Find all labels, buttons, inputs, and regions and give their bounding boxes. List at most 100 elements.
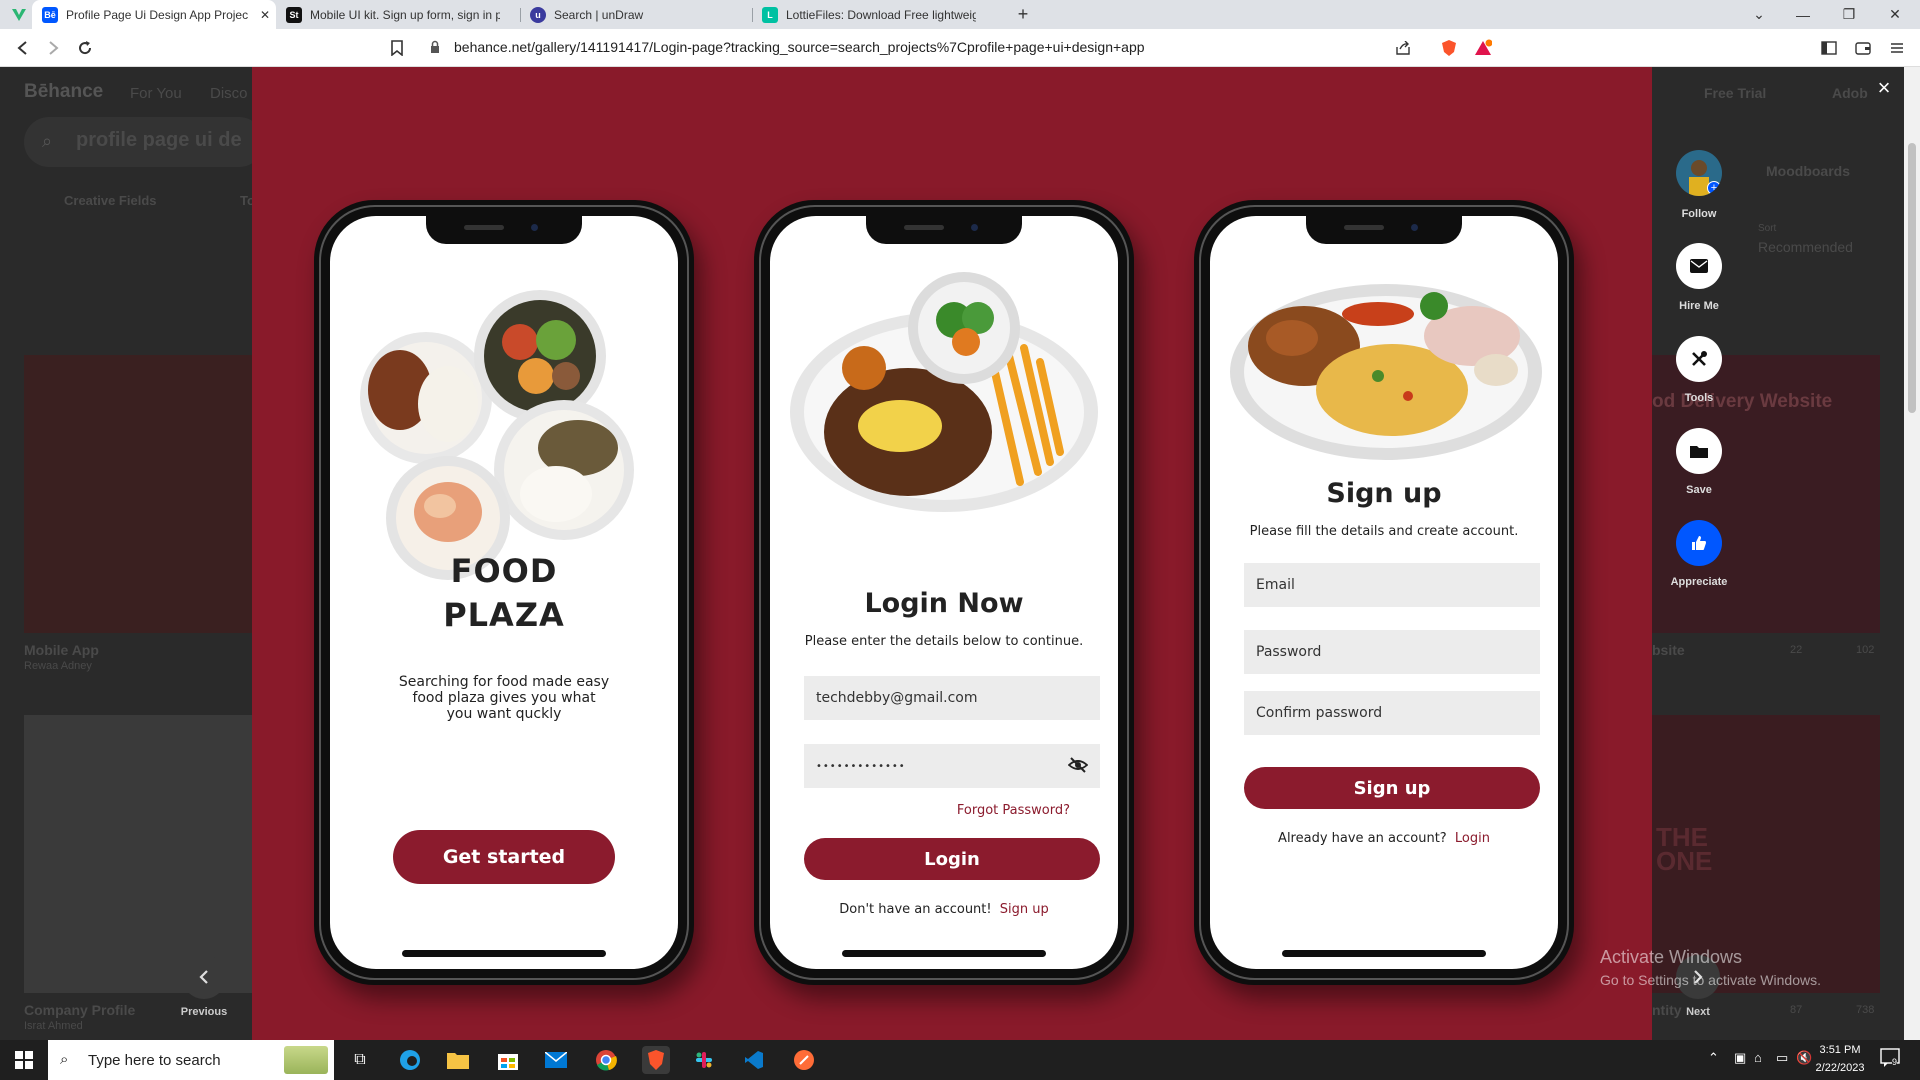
creative-fields-filter[interactable]: Creative Fields — [64, 193, 157, 208]
back-icon[interactable] — [12, 37, 34, 59]
bg-card-owner: Israt Ahmed — [24, 1020, 83, 1032]
meet-now-icon[interactable]: ▣ — [1734, 1050, 1746, 1066]
sort-select[interactable]: Recommended — [1758, 239, 1853, 255]
brave-shield-icon[interactable] — [1438, 37, 1460, 59]
store-icon[interactable] — [494, 1046, 522, 1074]
menu-icon[interactable] — [1886, 37, 1908, 59]
notifications-button[interactable]: 9 — [1880, 1048, 1904, 1072]
appreciate-button[interactable] — [1676, 520, 1722, 566]
postman-icon[interactable] — [790, 1046, 818, 1074]
bg-card-company-profile[interactable] — [24, 715, 252, 993]
page-scrollbar[interactable] — [1904, 67, 1920, 1040]
tab-close-icon[interactable]: ✕ — [260, 8, 270, 22]
chrome-icon[interactable] — [592, 1046, 620, 1074]
adobe-link[interactable]: Adob — [1832, 85, 1868, 101]
close-modal-button[interactable]: × — [1872, 75, 1896, 101]
save-label[interactable]: Save — [1656, 484, 1742, 496]
brave-rewards-icon[interactable] — [1472, 37, 1494, 59]
minimize-button[interactable]: — — [1780, 0, 1826, 29]
new-tab-button[interactable]: + — [1000, 0, 1046, 29]
follow-label[interactable]: Follow — [1656, 208, 1742, 220]
moodboards-tab[interactable]: Moodboards — [1766, 163, 1850, 179]
confirm-password-field[interactable]: Confirm password — [1244, 691, 1540, 735]
tools-label[interactable]: Tools — [1656, 392, 1742, 404]
behance-favicon-icon: Bē — [42, 6, 58, 23]
forward-icon[interactable] — [42, 37, 64, 59]
bookmark-icon[interactable] — [386, 37, 408, 59]
hire-me-button[interactable] — [1676, 243, 1722, 289]
signup-password-field[interactable]: Password — [1244, 630, 1540, 674]
windows-taskbar: ⌕ Type here to search ⧉ ⌃ ▣ ⌂ ▭ 🔇 3:51 P… — [0, 1040, 1920, 1080]
eye-slash-icon[interactable] — [1067, 756, 1089, 778]
address-bar: behance.net/gallery/141191417/Login-page… — [0, 29, 1920, 67]
tab-undraw[interactable]: u Search | unDraw — [520, 0, 764, 29]
share-icon[interactable] — [1392, 37, 1414, 59]
signup-screen: Sign up Please fill the details and crea… — [1210, 216, 1558, 969]
appreciations-count: 22 — [1790, 644, 1803, 656]
windows-start-icon[interactable] — [10, 1046, 38, 1074]
bg-search-box[interactable]: ⌕ profile page ui de — [24, 117, 264, 167]
login-button[interactable]: Login — [804, 838, 1100, 880]
previous-button[interactable] — [182, 955, 226, 999]
email-field[interactable]: techdebby@gmail.com — [804, 676, 1100, 720]
wallet-icon[interactable] — [1852, 37, 1874, 59]
brave-taskbar-icon[interactable] — [642, 1046, 670, 1074]
forgot-password-link[interactable]: Forgot Password? — [957, 803, 1070, 818]
lock-icon[interactable] — [430, 40, 440, 59]
notification-icon — [1880, 1048, 1900, 1067]
hire-me-label[interactable]: Hire Me — [1656, 300, 1742, 312]
behance-page: Bēhance For You Disco ⌕ profile page ui … — [0, 67, 1920, 1040]
next-label[interactable]: Next — [1664, 1006, 1732, 1018]
free-trial-link[interactable]: Free Trial — [1704, 85, 1766, 101]
nav-discover[interactable]: Disco — [210, 85, 248, 102]
bg-card-title: Company Profile — [24, 1002, 136, 1018]
tab-search-chevron-icon[interactable]: ⌄ — [1736, 0, 1782, 29]
tools-button[interactable] — [1676, 336, 1722, 382]
undraw-favicon-icon: u — [530, 6, 546, 23]
password-value: ••••••••••••• — [816, 760, 906, 772]
follow-plus-icon[interactable]: + — [1707, 181, 1721, 195]
phone-notch — [866, 216, 1022, 244]
login-subtitle: Please enter the details below to contin… — [804, 634, 1084, 649]
edge-icon[interactable] — [396, 1046, 424, 1074]
network-icon[interactable]: ▭ — [1776, 1050, 1788, 1066]
appreciations-count: 87 — [1790, 1004, 1803, 1016]
behance-logo[interactable]: Bēhance — [24, 81, 103, 103]
scrollbar-thumb[interactable] — [1908, 143, 1916, 413]
save-button[interactable] — [1676, 428, 1722, 474]
bg-card-mobile-app[interactable] — [24, 355, 252, 633]
clock-date[interactable]: 2/22/2023 — [1812, 1062, 1868, 1074]
get-started-button[interactable]: Get started — [393, 830, 615, 884]
file-explorer-icon[interactable] — [444, 1046, 472, 1074]
clock-time[interactable]: 3:51 PM — [1812, 1044, 1868, 1056]
appreciate-label[interactable]: Appreciate — [1656, 576, 1742, 588]
tray-chevron-icon[interactable]: ⌃ — [1708, 1050, 1719, 1066]
login-link[interactable]: Login — [1455, 831, 1490, 846]
signup-title: Sign up — [1326, 478, 1442, 509]
tab-behance[interactable]: Bē Profile Page Ui Design App Projec ✕ — [32, 0, 276, 29]
password-field[interactable]: ••••••••••••• — [804, 744, 1100, 788]
previous-label[interactable]: Previous — [170, 1006, 238, 1018]
signup-email-field[interactable]: Email — [1244, 563, 1540, 607]
have-account-text: Already have an account? — [1278, 831, 1447, 846]
url-text[interactable]: behance.net/gallery/141191417/Login-page… — [454, 39, 1145, 55]
volume-muted-icon[interactable]: 🔇 — [1796, 1050, 1812, 1066]
task-view-icon[interactable]: ⧉ — [346, 1046, 374, 1074]
signup-button[interactable]: Sign up — [1244, 767, 1540, 809]
tab-mobile-ui-kit[interactable]: St Mobile UI kit. Sign up form, sign in … — [276, 0, 520, 29]
reload-icon[interactable] — [74, 37, 96, 59]
nav-for-you[interactable]: For You — [130, 85, 182, 102]
signup-link[interactable]: Sign up — [1000, 902, 1049, 917]
mail-app-icon[interactable] — [542, 1046, 570, 1074]
tab-lottiefiles[interactable]: L LottieFiles: Download Free lightweigh — [752, 0, 996, 29]
restore-button[interactable]: ❐ — [1826, 0, 1872, 29]
tab-title: Profile Page Ui Design App Projec — [66, 7, 249, 22]
slack-icon[interactable] — [690, 1046, 718, 1074]
close-window-button[interactable]: ✕ — [1872, 0, 1918, 29]
follow-avatar[interactable]: + — [1676, 150, 1722, 196]
browser-logo-icon[interactable] — [10, 6, 28, 24]
taskbar-search-box[interactable]: ⌕ Type here to search — [48, 1040, 334, 1080]
wifi-icon[interactable]: ⌂ — [1754, 1050, 1762, 1065]
sidebar-icon[interactable] — [1818, 37, 1840, 59]
vscode-icon[interactable] — [740, 1046, 768, 1074]
